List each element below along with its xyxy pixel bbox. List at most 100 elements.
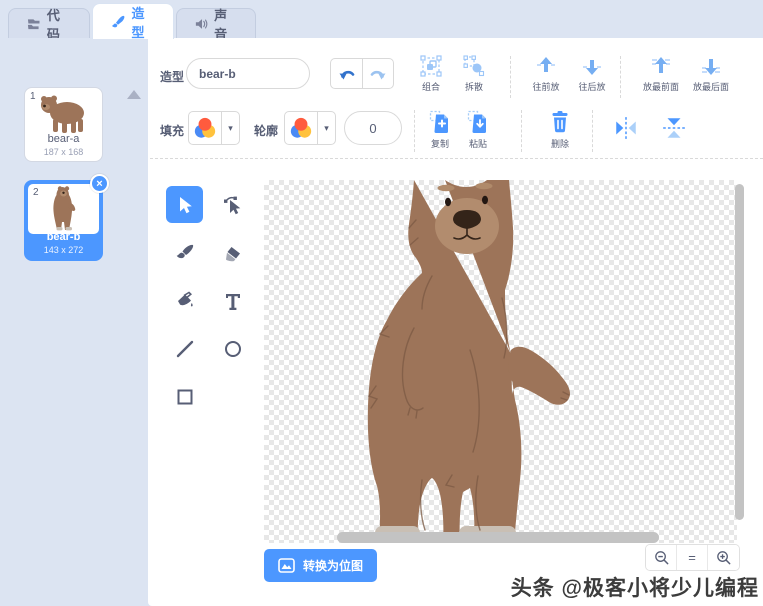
zoom-in-icon <box>717 551 731 565</box>
ungroup-button[interactable]: 拆散 <box>452 55 496 93</box>
undo-button[interactable] <box>330 58 362 89</box>
flip-vertical-icon <box>663 118 685 138</box>
chevron-down-icon: ▾ <box>324 122 329 133</box>
costume-index: 1 <box>30 91 36 102</box>
costume-card-bear-a[interactable]: 1 bear-a 187 x 168 <box>24 87 103 162</box>
arrow-down-lines-icon <box>702 59 720 75</box>
zoom-reset-button[interactable]: = <box>677 545 708 570</box>
zoom-out-button[interactable] <box>646 545 677 570</box>
text-tool[interactable] <box>214 282 251 319</box>
costume-size: 187 x 168 <box>43 147 84 157</box>
trash-icon <box>552 111 568 133</box>
costume-thumbnail-bear-a <box>28 91 99 137</box>
bear-costume-artwork <box>367 180 571 543</box>
paintbrush-icon <box>111 15 125 27</box>
group-icon <box>420 55 442 77</box>
tab-costumes[interactable]: 造型 <box>92 3 174 40</box>
close-icon: × <box>96 177 103 190</box>
zoom-controls: = <box>645 544 740 571</box>
forward-button[interactable]: 往前放 <box>524 55 568 93</box>
toolbar-divider <box>510 56 511 98</box>
arrow-up-lines-icon <box>652 57 670 73</box>
brush-tool[interactable] <box>166 234 203 271</box>
bring-to-front-label: 放最前面 <box>642 82 679 92</box>
select-cursor-icon <box>179 196 192 213</box>
chevron-down-icon: ▾ <box>228 122 233 133</box>
reshape-tool[interactable] <box>214 186 251 223</box>
bring-to-front-button[interactable]: 放最前面 <box>636 55 686 93</box>
zoom-reset-label: = <box>688 550 696 565</box>
group-button[interactable]: 组合 <box>409 55 453 93</box>
redo-icon <box>370 70 386 79</box>
arrow-down-icon <box>583 60 601 75</box>
rectangle-tool[interactable] <box>166 378 203 415</box>
outline-width-input[interactable] <box>344 111 402 145</box>
copy-label: 复制 <box>430 139 449 149</box>
costume-size: 143 x 272 <box>43 245 84 255</box>
vertical-scrollbar[interactable] <box>735 184 744 520</box>
ungroup-icon <box>463 55 485 77</box>
horizontal-scrollbar[interactable] <box>337 532 659 543</box>
costume-name: bear-b <box>46 231 81 243</box>
costume-name-input[interactable] <box>186 58 310 89</box>
costume-thumbnail-bear-b: 2 <box>28 184 99 234</box>
brush-icon <box>176 244 193 258</box>
delete-costume-button[interactable]: × <box>90 174 109 193</box>
send-to-back-button[interactable]: 放最后面 <box>686 55 736 93</box>
costume-index: 2 <box>33 187 39 198</box>
circle-tool[interactable] <box>214 330 251 367</box>
copy-icon <box>429 110 448 133</box>
costume-name: bear-a <box>47 133 80 145</box>
fill-label: 填充 <box>160 124 185 138</box>
costume-name-label: 造型 <box>160 70 185 84</box>
group-label: 组合 <box>421 82 440 92</box>
zoom-in-button[interactable] <box>708 545 739 570</box>
scratch-costume-editor: 代码 造型 声音 1 bear-a 187 x 168 2 × bear-b 1… <box>0 0 763 606</box>
redo-button[interactable] <box>362 58 394 89</box>
fill-color-button[interactable]: ▾ <box>188 111 240 145</box>
paint-bucket-icon <box>177 291 193 307</box>
code-blocks-icon <box>27 19 40 30</box>
backward-button[interactable]: 往后放 <box>570 55 614 93</box>
backward-label: 往后放 <box>578 82 606 92</box>
rectangle-icon <box>177 389 192 404</box>
ungroup-label: 拆散 <box>464 82 483 92</box>
flip-horizontal-icon <box>616 117 636 139</box>
select-tool[interactable] <box>166 186 203 223</box>
outline-label: 轮廓 <box>254 124 279 138</box>
tab-sounds[interactable]: 声音 <box>176 8 256 42</box>
toolbar-divider <box>521 110 522 152</box>
paste-button[interactable]: 粘贴 <box>456 110 500 150</box>
color-wheel-icon <box>194 117 216 138</box>
convert-to-bitmap-button[interactable]: 转换为位图 <box>264 549 378 582</box>
convert-to-bitmap-label: 转换为位图 <box>303 559 364 573</box>
bear-a-thumbnail-art <box>40 95 84 133</box>
bear-b-thumbnail-art <box>52 186 75 231</box>
flip-horizontal-button[interactable] <box>612 114 640 142</box>
fill-color-swatch <box>189 112 222 144</box>
outline-color-swatch <box>285 112 318 144</box>
tab-bar: 代码 造型 声音 <box>0 0 763 42</box>
line-tool[interactable] <box>166 330 203 367</box>
zoom-out-icon <box>654 551 668 565</box>
reshape-icon <box>223 196 240 214</box>
paint-canvas[interactable] <box>264 180 737 543</box>
costume-card-bear-b[interactable]: 2 × bear-b 143 x 272 <box>24 174 109 261</box>
toolbar-divider <box>620 56 621 98</box>
outline-color-button[interactable]: ▾ <box>284 111 336 145</box>
speaker-icon <box>195 19 208 29</box>
delete-button[interactable]: 删除 <box>538 110 582 150</box>
send-to-back-label: 放最后面 <box>692 82 729 92</box>
flip-vertical-button[interactable] <box>660 114 688 142</box>
fill-tool[interactable] <box>166 282 203 319</box>
toolbar-divider <box>592 110 593 152</box>
undo-icon <box>339 70 354 79</box>
line-icon <box>176 340 193 357</box>
toolbar-divider <box>414 110 415 152</box>
tab-code[interactable]: 代码 <box>8 8 90 42</box>
scroll-up-arrow[interactable] <box>127 90 141 99</box>
text-icon <box>225 293 240 310</box>
forward-label: 往前放 <box>532 82 560 92</box>
eraser-tool[interactable] <box>214 234 251 271</box>
undo-redo-group <box>330 58 394 89</box>
